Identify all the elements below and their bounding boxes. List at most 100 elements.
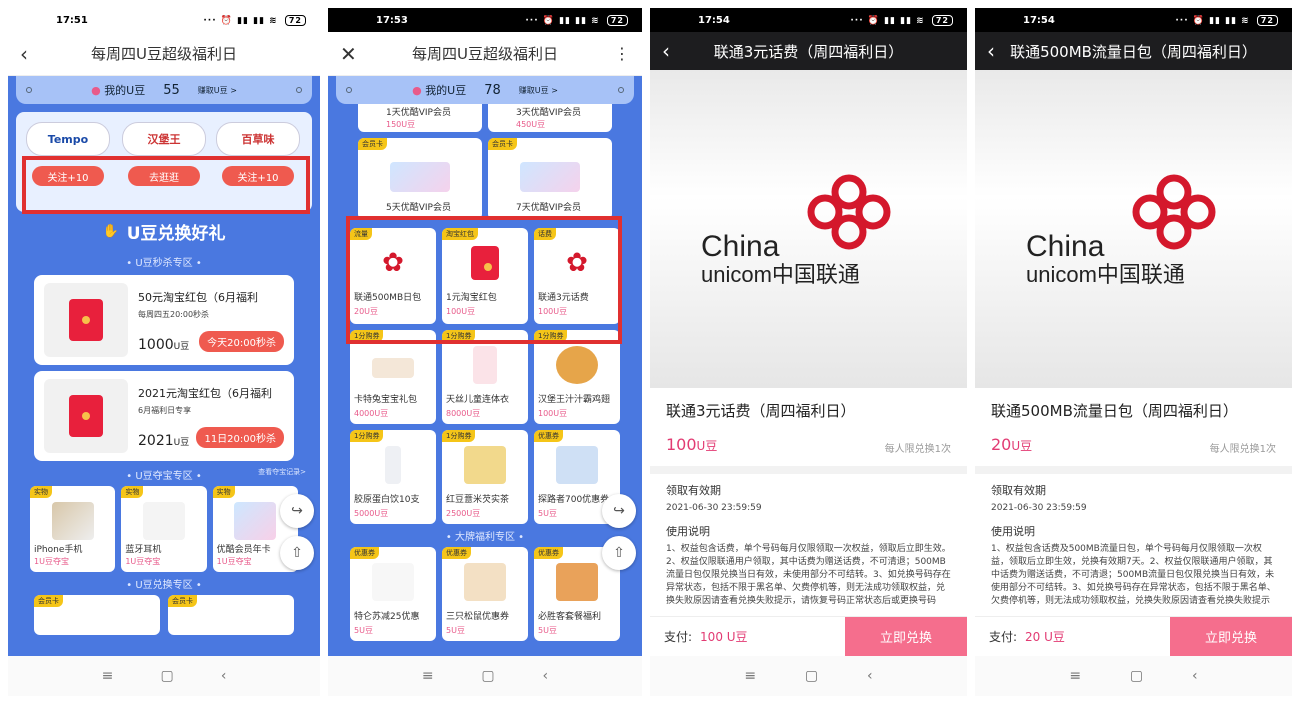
- seckill-card[interactable]: 50元淘宝红包（6月福利 每周四五20:00秒杀 1000U豆 今天20:00秒…: [34, 275, 294, 365]
- outdoor-image: [556, 446, 598, 484]
- treasure-grid: 实物 iPhone手机 1U豆夺宝 实物 蓝牙耳机 1U豆夺宝 实物 优酷会员年卡 1U豆夺…: [30, 486, 298, 572]
- rules-section: 领取有效期 2021-06-30 23:59:59 使用说明 1、权益包含话费及…: [975, 482, 1292, 609]
- mall-content: ● 我的U豆 55 赚取U豆 > Tempo 汉堡王 百草味 关注+10 去逛逛…: [8, 76, 320, 656]
- card-title: 2021元淘宝红包（6月福利: [138, 387, 272, 400]
- vip-tile[interactable]: 会员卡 5天优酷VIP会员: [358, 138, 482, 220]
- product-tile[interactable]: 1分购券 卡特兔宝宝礼包 4000U豆: [350, 330, 436, 424]
- tile-price: 5U豆: [354, 626, 373, 635]
- page-title: 每周四U豆超级福利日: [91, 45, 237, 63]
- price-value: 100: [666, 435, 697, 454]
- tile-price: 5U豆: [446, 626, 465, 635]
- system-nav: ≡ ▢ ‹: [8, 656, 320, 696]
- share-button[interactable]: ↪: [280, 494, 314, 528]
- earn-link[interactable]: 赚取U豆 >: [519, 85, 558, 96]
- more-icon[interactable]: ⋮: [614, 44, 630, 63]
- tile-tag: 1分购券: [350, 430, 384, 442]
- card-title: 50元淘宝红包（6月福利: [138, 291, 258, 304]
- u-icon: ●: [412, 83, 422, 97]
- system-nav: ≡ ▢ ‹: [328, 656, 642, 696]
- back-icon[interactable]: ‹: [20, 42, 28, 66]
- card-subtitle: 6月福利日专享: [138, 406, 192, 415]
- tile-tag: 会员卡: [168, 595, 197, 607]
- product-image: China unicom中国联通: [650, 70, 967, 388]
- vip-tile[interactable]: 1天优酷VIP会员 150U豆: [358, 104, 482, 132]
- product-tile[interactable]: 1分购券 汉堡王汁汁霸鸡翅 100U豆: [534, 330, 620, 424]
- back-nav-icon[interactable]: ‹: [1192, 668, 1198, 684]
- back-nav-icon[interactable]: ‹: [221, 668, 227, 684]
- battery-level: 72: [606, 14, 628, 26]
- app-bar: ‹ 联通3元话费（周四福利日）: [650, 32, 967, 70]
- back-icon[interactable]: ‹: [987, 39, 995, 63]
- home-icon[interactable]: ▢: [160, 668, 173, 684]
- screenshot-4: 17:54 ··· ⏰ ▮▮ ▮▮ ≋ 72 ‹ 联通500MB流量日包（周四福…: [975, 8, 1292, 696]
- redeem-button[interactable]: 立即兑换: [1170, 617, 1292, 656]
- close-icon[interactable]: ✕: [340, 42, 357, 66]
- brand-burgerking[interactable]: 汉堡王: [122, 122, 206, 156]
- top-button[interactable]: ⇧: [602, 536, 636, 570]
- status-time: 17:51: [56, 14, 88, 26]
- card-price: 2021U豆: [138, 433, 189, 449]
- treasure-tile[interactable]: 实物 蓝牙耳机 1U豆夺宝: [121, 486, 207, 572]
- back-nav-icon[interactable]: ‹: [542, 668, 548, 684]
- top-button[interactable]: ⇧: [280, 536, 314, 570]
- dot-icon: [26, 87, 32, 93]
- vip-tile[interactable]: 会员卡 7天优酷VIP会员: [488, 138, 612, 220]
- treasure-tile[interactable]: 实物 iPhone手机 1U豆夺宝: [30, 486, 116, 572]
- product-image: China unicom中国联通: [975, 70, 1292, 388]
- share-button[interactable]: ↪: [602, 494, 636, 528]
- highlight-box: [22, 156, 310, 214]
- tile-name: 1天优酷VIP会员: [386, 108, 451, 118]
- dot-icon: [618, 87, 624, 93]
- brand-baicaowei[interactable]: 百草味: [216, 122, 300, 156]
- brand-tempo[interactable]: Tempo: [26, 122, 110, 156]
- product-tile[interactable]: 1分购券 红豆薏米芡实茶 2500U豆: [442, 430, 528, 524]
- brand-tile[interactable]: 优惠券 三只松鼠优惠券 5U豆: [442, 547, 528, 641]
- pay-label: 支付:: [989, 630, 1018, 644]
- page-title: 联通3元话费（周四福利日）: [713, 42, 904, 61]
- menu-icon[interactable]: ≡: [422, 668, 434, 684]
- exchange-tile[interactable]: 会员卡: [168, 595, 294, 635]
- unicom-logo: China unicom中国联通: [701, 174, 890, 287]
- product-tile[interactable]: 1分购券 天丝儿童连体衣 8000U豆: [442, 330, 528, 424]
- menu-icon[interactable]: ≡: [744, 668, 756, 684]
- section-title-text: U豆秒杀专区: [135, 258, 193, 269]
- divider: [650, 466, 967, 474]
- product-title: 联通500MB流量日包（周四福利日）: [991, 402, 1238, 420]
- price-value: 2021: [138, 433, 174, 449]
- pizza-image: [556, 563, 598, 601]
- chicken-image: [556, 346, 598, 384]
- product-tile[interactable]: 1分购券 胶原蛋白饮10支 5000U豆: [350, 430, 436, 524]
- status-time: 17:54: [698, 14, 730, 26]
- tile-name: 特仑苏减25优惠: [354, 612, 420, 622]
- tile-name: iPhone手机: [34, 545, 83, 555]
- home-icon[interactable]: ▢: [805, 668, 818, 684]
- pay-amount: 100 U豆: [700, 630, 748, 644]
- seckill-card[interactable]: 2021元淘宝红包（6月福利 6月福利日专享 2021U豆 11日20:00秒杀: [34, 371, 294, 461]
- seckill-button[interactable]: 11日20:00秒杀: [196, 427, 284, 448]
- menu-icon[interactable]: ≡: [1069, 668, 1081, 684]
- status-bar: 17:54 ··· ⏰ ▮▮ ▮▮ ≋ 72: [650, 8, 967, 32]
- heading-text: U豆兑换好礼: [126, 223, 226, 244]
- app-bar: ‹ 联通500MB流量日包（周四福利日）: [975, 32, 1292, 70]
- tile-name: 必胜客套餐福利: [538, 612, 602, 622]
- battery-level: 72: [284, 14, 306, 26]
- home-icon[interactable]: ▢: [481, 668, 494, 684]
- exchange-tile[interactable]: 会员卡: [34, 595, 160, 635]
- back-nav-icon[interactable]: ‹: [867, 668, 873, 684]
- section-title-text: U豆兑换专区: [135, 580, 193, 591]
- pay-bar: 支付: 100 U豆 立即兑换: [650, 616, 967, 656]
- usage-text: 1、权益包含话费，单个号码每月仅限领取一次权益，领取后立即生效。2、权益仅限联通…: [666, 544, 951, 606]
- redeem-button[interactable]: 立即兑换: [845, 617, 967, 656]
- tile-name: 卡特兔宝宝礼包: [354, 395, 418, 405]
- tile-price: 1U豆夺宝: [34, 557, 69, 566]
- home-icon[interactable]: ▢: [1130, 668, 1143, 684]
- back-icon[interactable]: ‹: [662, 39, 670, 63]
- brand-tile[interactable]: 优惠券 特仑苏减25优惠 5U豆: [350, 547, 436, 641]
- limit-text: 每人限兑换1次: [1209, 444, 1276, 455]
- tile-name: 3天优酷VIP会员: [516, 108, 581, 118]
- vip-tile[interactable]: 3天优酷VIP会员 450U豆: [488, 104, 612, 132]
- earn-link[interactable]: 赚取U豆 >: [198, 85, 237, 96]
- seckill-button[interactable]: 今天20:00秒杀: [199, 331, 284, 352]
- record-link[interactable]: 查看夺宝记录>: [258, 467, 306, 477]
- menu-icon[interactable]: ≡: [102, 668, 114, 684]
